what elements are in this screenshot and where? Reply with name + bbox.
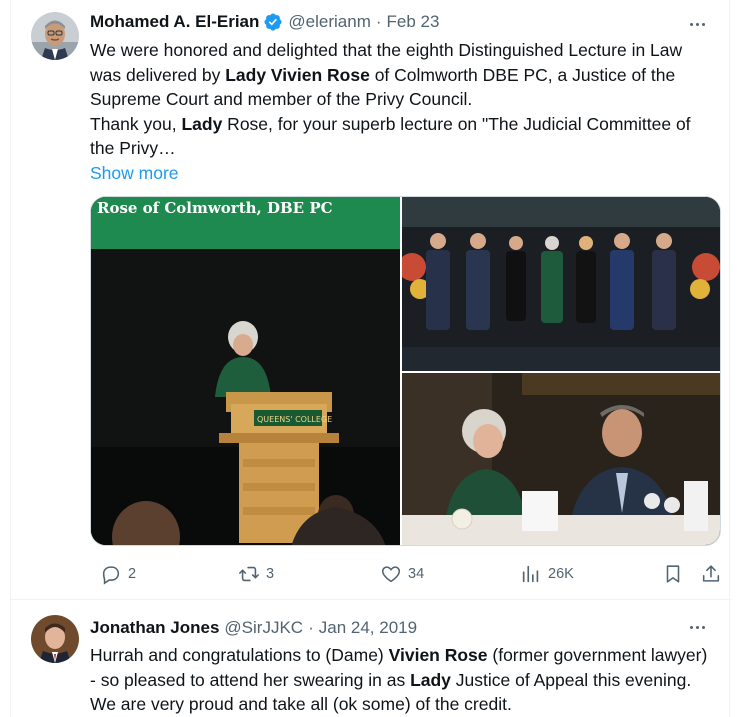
- views-count: 26K: [548, 566, 574, 582]
- tweet-text: We were honored and delighted that the e…: [90, 38, 715, 185]
- retweet-icon: [239, 566, 259, 582]
- tweet-text-segment: Hurrah and congratulations to (Dame): [90, 645, 389, 665]
- author-name[interactable]: Jonathan Jones: [90, 618, 219, 638]
- separator-dot: ·: [308, 618, 314, 637]
- bookmark-button[interactable]: [662, 560, 684, 588]
- views-icon: [522, 565, 539, 583]
- media-grid[interactable]: Rose of Colmworth, DBE PC QUEENS' COLLEG…: [90, 196, 721, 546]
- retweet-count: 3: [266, 566, 275, 582]
- highlighted-term: Lady Vivien Rose: [225, 64, 370, 85]
- retweet-button[interactable]: 3: [238, 560, 274, 588]
- tweet-text: Hurrah and congratulations to (Dame) Viv…: [90, 643, 715, 717]
- photo-dinner[interactable]: [402, 373, 720, 545]
- photo-lecturer-podium[interactable]: Rose of Colmworth, DBE PC QUEENS' COLLEG…: [91, 197, 400, 545]
- tweet-date[interactable]: Feb 23: [387, 12, 440, 32]
- podium-text: QUEENS' COLLEGE: [257, 415, 332, 424]
- verified-badge-icon: [264, 13, 282, 31]
- avatar[interactable]: [31, 12, 79, 60]
- like-button[interactable]: 34: [380, 560, 424, 588]
- show-more-link[interactable]: Show more: [90, 161, 715, 186]
- bookmark-icon: [666, 565, 680, 583]
- highlighted-term: Lady: [181, 113, 223, 134]
- more-icon[interactable]: [685, 15, 709, 33]
- like-count: 34: [408, 566, 425, 582]
- tweet-actions: 2 3 34 26K: [90, 560, 721, 588]
- highlighted-term: Vivien Rose: [388, 645, 488, 665]
- banner-text: Rose of Colmworth, DBE PC: [97, 199, 333, 217]
- views-button[interactable]: 26K: [520, 560, 574, 588]
- tweet[interactable]: Mohamed A. El-Erian @elerianm · Feb 23 W…: [11, 0, 731, 600]
- tweet[interactable]: Jonathan Jones @SirJJKC · Jan 24, 2019 H…: [11, 601, 731, 717]
- photo-group-stage[interactable]: [402, 197, 720, 371]
- author-handle[interactable]: @elerianm: [288, 12, 370, 32]
- more-icon[interactable]: [685, 618, 709, 636]
- tweet-date[interactable]: Jan 24, 2019: [319, 618, 417, 638]
- share-button[interactable]: [700, 560, 722, 588]
- tweet-text-segment: Thank you,: [90, 113, 182, 134]
- reply-count: 2: [128, 566, 137, 582]
- heart-icon: [381, 566, 401, 583]
- reply-icon: [102, 566, 120, 585]
- author-handle[interactable]: @SirJJKC: [224, 618, 303, 638]
- share-icon: [702, 565, 720, 582]
- tweet-header: Jonathan Jones @SirJJKC · Jan 24, 2019: [90, 618, 417, 638]
- separator-dot: ·: [375, 12, 382, 31]
- tweet-header: Mohamed A. El-Erian @elerianm · Feb 23: [90, 12, 439, 32]
- avatar[interactable]: [31, 615, 79, 663]
- reply-button[interactable]: 2: [100, 560, 136, 588]
- timeline: Mohamed A. El-Erian @elerianm · Feb 23 W…: [10, 0, 731, 717]
- author-name[interactable]: Mohamed A. El-Erian: [90, 12, 259, 32]
- highlighted-term: Lady: [410, 669, 451, 690]
